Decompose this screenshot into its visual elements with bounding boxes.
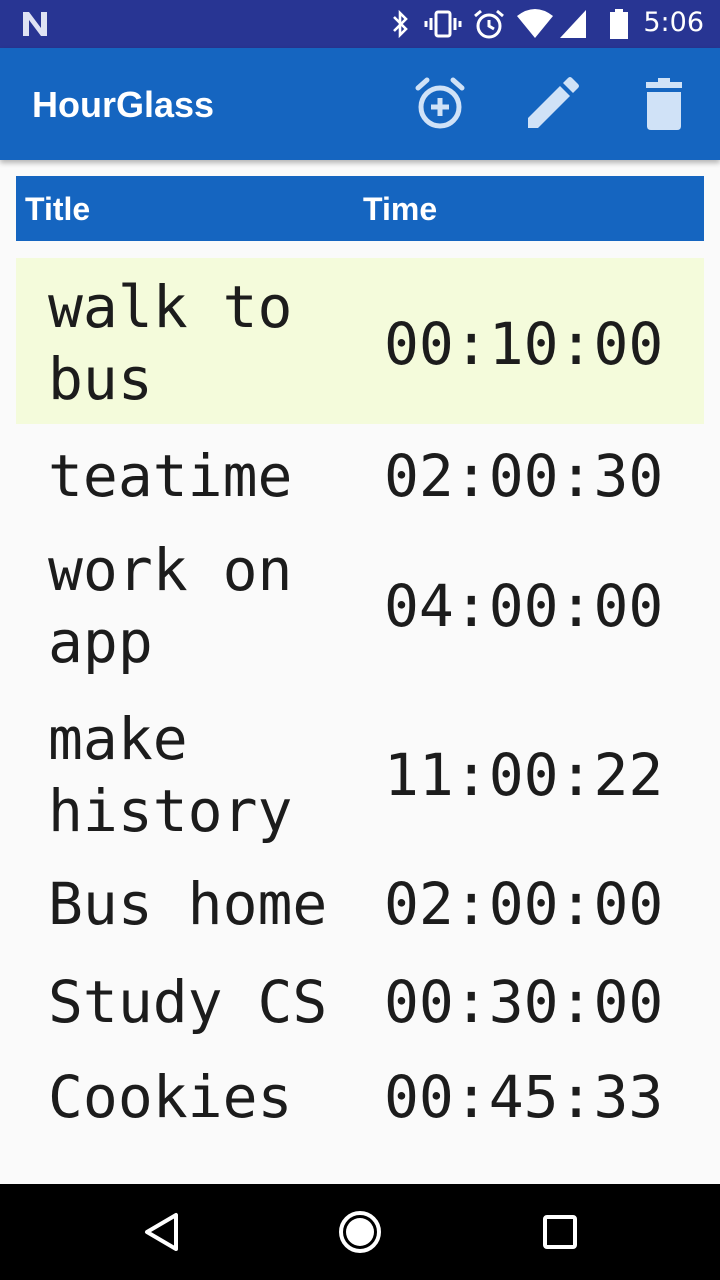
- item-time: 00:10:00: [384, 310, 664, 378]
- list-item[interactable]: Bus home 02:00:00: [16, 858, 704, 956]
- edit-icon: [528, 77, 579, 128]
- list-item[interactable]: walk to bus 00:10:00: [16, 258, 704, 424]
- add-alarm-icon: [415, 77, 465, 129]
- item-title: make history: [48, 705, 293, 845]
- back-button[interactable]: [130, 1202, 190, 1262]
- item-time: 11:00:22: [384, 741, 664, 809]
- list-item[interactable]: Study CS 00:30:00: [16, 956, 704, 1052]
- add-alarm-button[interactable]: [410, 74, 470, 134]
- item-time: 04:00:00: [384, 572, 664, 640]
- status-bar: 5:06: [0, 0, 720, 48]
- alarm-icon: [474, 9, 504, 39]
- delete-button[interactable]: [634, 74, 694, 134]
- table-header: Title Time: [16, 176, 704, 241]
- item-title: teatime: [48, 442, 293, 510]
- header-time: Time: [363, 191, 438, 227]
- home-button[interactable]: [330, 1202, 390, 1262]
- vibrate-icon: [424, 10, 462, 38]
- header-title: Title: [25, 191, 91, 227]
- timer-list: walk to bus 00:10:00 teatime 02:00:30 wo…: [16, 258, 704, 1148]
- item-time: 02:00:00: [384, 870, 664, 938]
- status-clock: 5:06: [643, 7, 704, 38]
- list-item[interactable]: Cookies 00:45:33: [16, 1052, 704, 1148]
- edit-button[interactable]: [522, 74, 582, 134]
- item-time: 00:30:00: [384, 968, 664, 1036]
- item-time: 02:00:30: [384, 442, 664, 510]
- back-icon: [145, 1213, 178, 1251]
- battery-icon: [610, 9, 628, 39]
- item-title: work on app: [48, 536, 293, 676]
- app-bar: HourGlass: [0, 48, 720, 160]
- item-time: 00:45:33: [384, 1063, 664, 1131]
- item-title: Study CS: [48, 968, 328, 1036]
- wifi-icon: [517, 9, 553, 38]
- list-item[interactable]: work on app 04:00:00: [16, 528, 704, 694]
- delete-icon: [646, 78, 682, 130]
- navigation-bar: [0, 1184, 720, 1280]
- recents-button[interactable]: [530, 1202, 590, 1262]
- bluetooth-icon: [393, 9, 408, 39]
- list-item[interactable]: teatime 02:00:30: [16, 424, 704, 528]
- item-title: Cookies: [48, 1063, 293, 1131]
- list-item[interactable]: make history 11:00:22: [16, 694, 704, 858]
- app-title: HourGlass: [32, 84, 215, 125]
- item-title: Bus home: [48, 870, 328, 938]
- item-title: walk to bus: [48, 273, 293, 413]
- recents-icon: [543, 1215, 577, 1249]
- home-icon: [339, 1211, 381, 1253]
- signal-icon: [560, 10, 586, 38]
- n-icon: [23, 12, 47, 36]
